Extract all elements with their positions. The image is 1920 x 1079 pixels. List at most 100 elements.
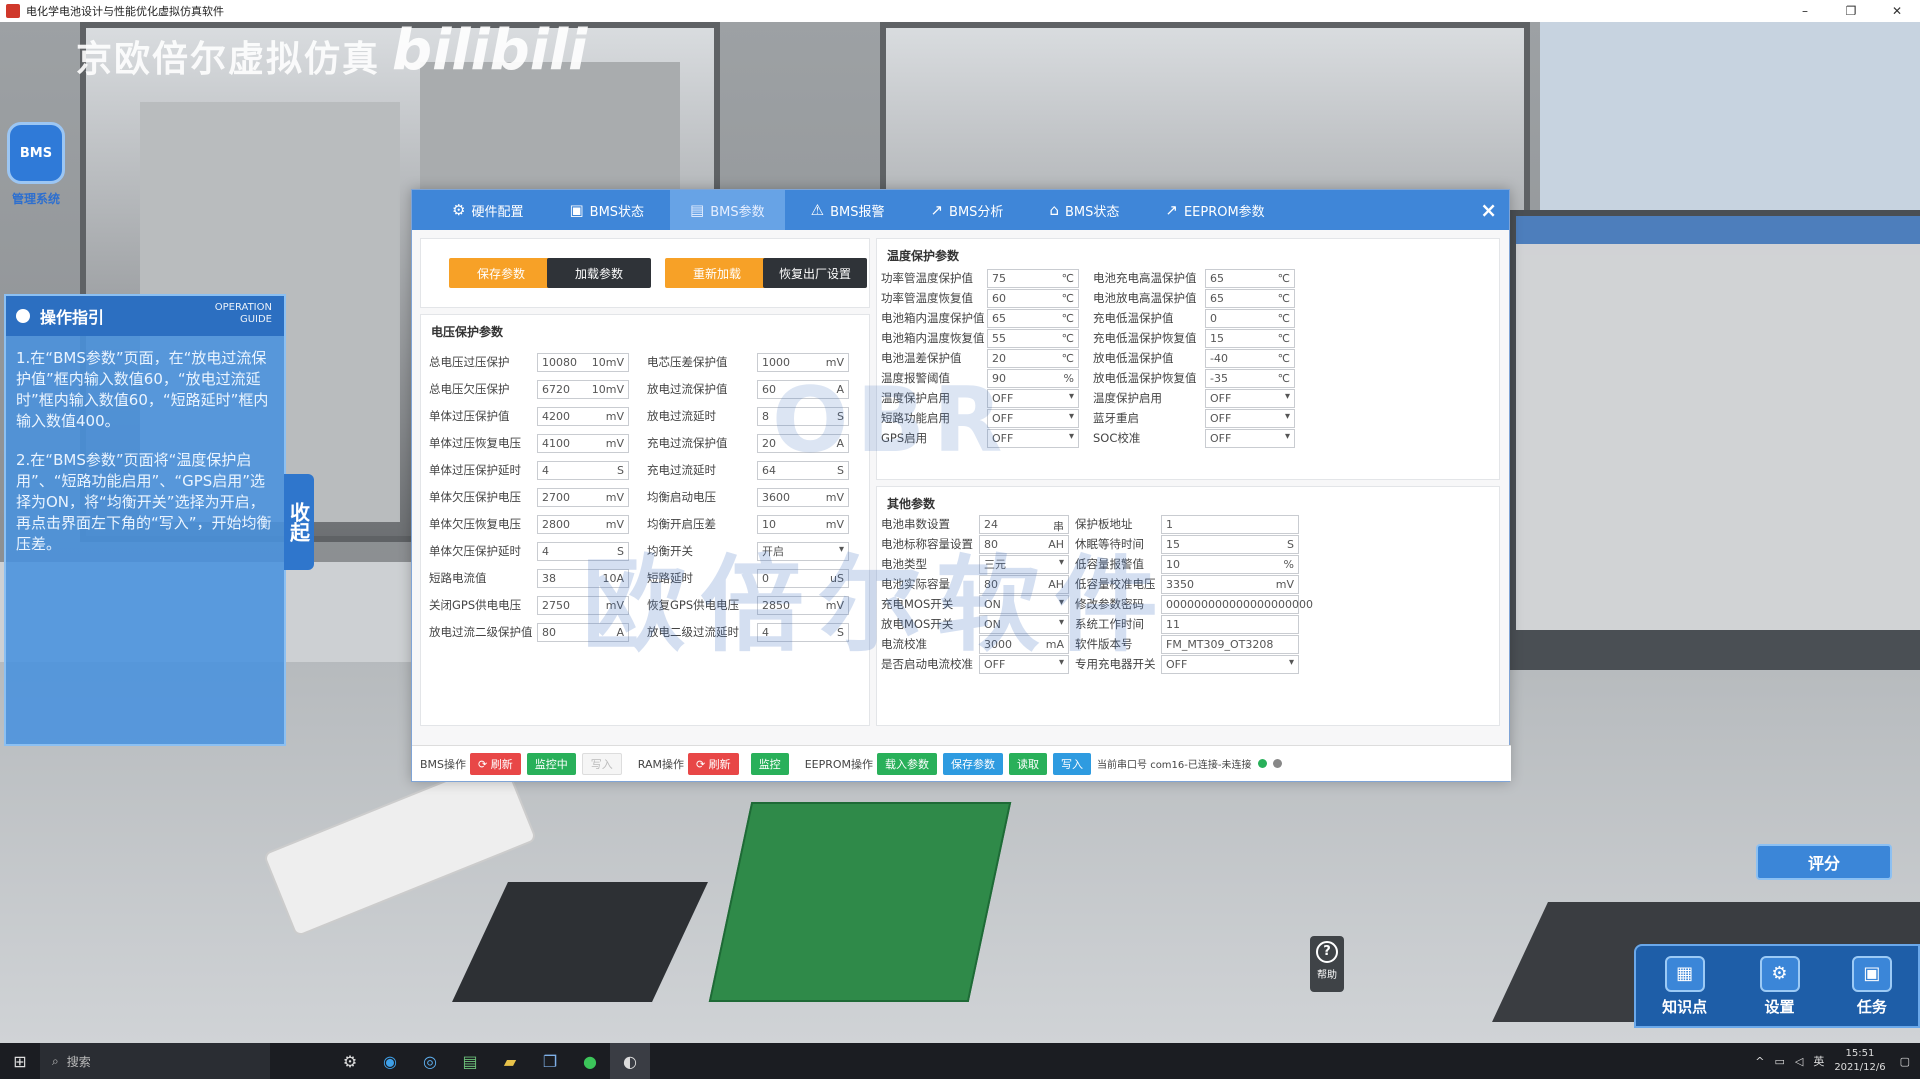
reload-button[interactable]: 重新加载 — [665, 258, 769, 288]
taskbar-search[interactable]: ⌕ 搜索 — [40, 1043, 270, 1079]
param-input[interactable]: 38 10A — [537, 568, 629, 588]
eeprom-import-button[interactable]: 载入参数 — [877, 752, 938, 775]
param-input[interactable]: 4S — [757, 622, 849, 642]
close-icon[interactable]: × — [1480, 198, 1497, 222]
param-select[interactable]: OFF ▾ — [1161, 654, 1299, 674]
param-select[interactable]: OFF ▾ — [987, 428, 1079, 448]
param-input[interactable]: 65 ℃ — [987, 308, 1079, 328]
network-icon[interactable]: ▭ — [1774, 1055, 1784, 1068]
tray-arrow-icon[interactable]: ^ — [1755, 1055, 1764, 1068]
param-input[interactable]: 1000 mV — [757, 352, 849, 372]
param-input[interactable]: 65 ℃ — [1205, 268, 1295, 288]
param-input[interactable]: 4S — [537, 541, 629, 561]
tab-eeprom-params[interactable]: ↗ EEPROM参数 — [1145, 190, 1284, 230]
tab-bms-alarm[interactable]: ⚠ BMS报警 — [791, 190, 905, 230]
param-input[interactable]: 3350 mV — [1161, 574, 1299, 594]
score-button[interactable]: 评分 — [1756, 844, 1892, 880]
minimize-button[interactable]: – — [1782, 0, 1828, 22]
search-app-icon[interactable]: ◎ — [410, 1043, 450, 1079]
param-input[interactable]: 2850 mV — [757, 595, 849, 615]
tab-hardware-config[interactable]: ⚙ 硬件配置 — [432, 190, 543, 230]
param-select[interactable]: 三元 ▾ — [979, 554, 1069, 574]
tab-bms-state[interactable]: ⌂ BMS状态 — [1029, 190, 1139, 230]
param-input[interactable]: 0 uS — [757, 568, 849, 588]
simulation-app-icon[interactable]: ◐ — [610, 1043, 650, 1079]
param-input[interactable]: 4200 mV — [537, 406, 629, 426]
bms-management-shortcut[interactable]: BMS 管理系统 — [6, 122, 66, 234]
param-input[interactable]: 2750 mV — [537, 595, 629, 615]
param-input[interactable]: 4S — [537, 460, 629, 480]
folder-icon[interactable]: ▰ — [490, 1043, 530, 1079]
param-input[interactable]: -35 ℃ — [1205, 368, 1295, 388]
param-input[interactable]: 3600 mV — [757, 487, 849, 507]
tab-bms-params[interactable]: ▤ BMS参数 — [670, 190, 785, 230]
param-select[interactable]: OFF ▾ — [1205, 408, 1295, 428]
param-input[interactable]: 20 ℃ — [987, 348, 1079, 368]
param-input[interactable]: 60 ℃ — [987, 288, 1079, 308]
param-input[interactable]: 15 ℃ — [1205, 328, 1295, 348]
input-language[interactable]: 英 — [1813, 1053, 1824, 1069]
param-select[interactable]: OFF ▾ — [987, 388, 1079, 408]
param-input[interactable]: 90% — [987, 368, 1079, 388]
bms-monitor-button[interactable]: 监控中 — [526, 752, 576, 775]
param-input[interactable]: 10 mV — [757, 514, 849, 534]
close-window-button[interactable]: ✕ — [1874, 0, 1920, 22]
param-select[interactable]: 开启 ▾ — [757, 541, 849, 561]
tab-bms-analysis[interactable]: ↗ BMS分析 — [910, 190, 1023, 230]
factory-reset-button[interactable]: 恢复出厂设置 — [763, 258, 867, 288]
eeprom-write-button[interactable]: 写入 — [1053, 752, 1092, 775]
param-input[interactable]: 65 ℃ — [1205, 288, 1295, 308]
param-input[interactable]: 75 ℃ — [987, 268, 1079, 288]
windows-start-icon[interactable]: ⊞ — [0, 1043, 40, 1079]
param-select[interactable]: OFF ▾ — [1205, 388, 1295, 408]
ram-refresh-button[interactable]: ⟳ 刷新 — [687, 752, 739, 775]
param-input[interactable]: 6720 10mV — [537, 379, 629, 399]
param-input[interactable]: 10% — [1161, 554, 1299, 574]
ram-monitor-button[interactable]: 监控 — [750, 752, 789, 775]
settings-app-icon[interactable]: ⚙ — [330, 1043, 370, 1079]
param-select[interactable]: ON ▾ — [979, 614, 1069, 634]
param-input[interactable]: 10080 10mV — [537, 352, 629, 372]
param-select[interactable]: OFF ▾ — [1205, 428, 1295, 448]
notification-icon[interactable]: ▢ — [1900, 1055, 1910, 1068]
param-input[interactable]: 2800 mV — [537, 514, 629, 534]
knowledge-button[interactable]: ▦ 知识点 — [1662, 955, 1707, 1017]
param-input[interactable]: 000000000000000000000 — [1161, 594, 1313, 614]
load-params-button[interactable]: 加载参数 — [547, 258, 651, 288]
volume-icon[interactable]: ◁ — [1795, 1055, 1803, 1068]
param-input[interactable]: 24 串 — [979, 514, 1069, 534]
wechat-icon[interactable]: ● — [570, 1043, 610, 1079]
window-app-icon[interactable]: ❐ — [530, 1043, 570, 1079]
document-app-icon[interactable]: ▤ — [450, 1043, 490, 1079]
param-input[interactable]: 8S — [757, 406, 849, 426]
param-input[interactable]: 4100 mV — [537, 433, 629, 453]
param-select[interactable]: ON ▾ — [979, 594, 1069, 614]
param-input[interactable]: -40 ℃ — [1205, 348, 1295, 368]
param-input[interactable]: 11 — [1161, 614, 1299, 634]
param-input[interactable]: 80 AH — [979, 574, 1069, 594]
param-input[interactable]: 3000 mA — [979, 634, 1069, 654]
edge-browser-icon[interactable]: ◉ — [370, 1043, 410, 1079]
param-select[interactable]: OFF ▾ — [979, 654, 1069, 674]
clock[interactable]: 15:51 2021/12/6 — [1834, 1047, 1885, 1075]
eeprom-read-button[interactable]: 读取 — [1009, 752, 1048, 775]
bms-write-button[interactable]: 写入 — [581, 752, 622, 775]
param-input[interactable]: 80 AH — [979, 534, 1069, 554]
settings-button[interactable]: ⚙ 设置 — [1759, 955, 1800, 1017]
param-input[interactable]: 80 A — [537, 622, 629, 642]
param-select[interactable]: OFF ▾ — [987, 408, 1079, 428]
bms-refresh-button[interactable]: ⟳ 刷新 — [470, 752, 521, 775]
param-input[interactable]: 60 A — [757, 379, 849, 399]
task-button[interactable]: ▣ 任务 — [1851, 955, 1892, 1017]
tab-bms-status[interactable]: ▣ BMS状态 — [549, 190, 664, 230]
param-input[interactable]: FM_MT309_OT3208 — [1161, 634, 1299, 654]
param-input[interactable]: 20 A — [757, 433, 849, 453]
restore-button[interactable]: ❐ — [1828, 0, 1874, 22]
param-input[interactable]: 2700 mV — [537, 487, 629, 507]
param-input[interactable]: 55 ℃ — [987, 328, 1079, 348]
save-params-button[interactable]: 保存参数 — [449, 258, 553, 288]
param-input[interactable]: 15 S — [1161, 534, 1299, 554]
param-input[interactable]: 0 ℃ — [1205, 308, 1295, 328]
guide-collapse-button[interactable]: 收起 — [284, 474, 314, 570]
eeprom-save-button[interactable]: 保存参数 — [943, 752, 1004, 775]
